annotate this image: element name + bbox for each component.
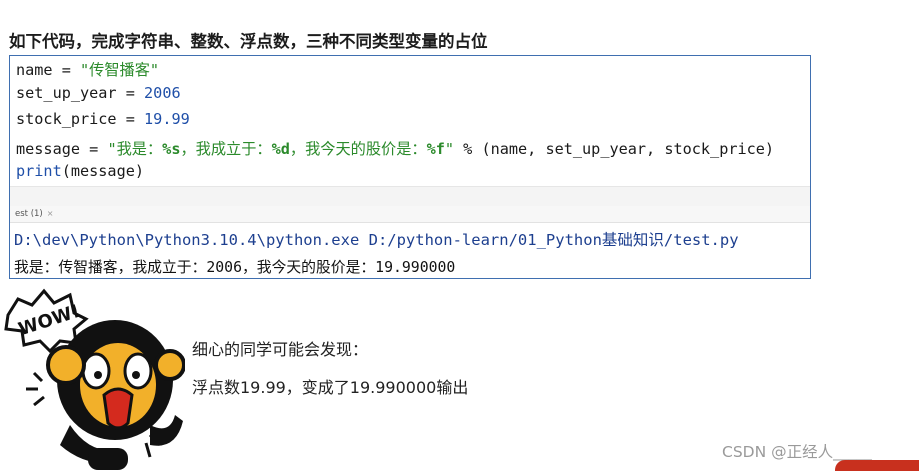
surprised-mascot-icon: WOW! bbox=[4, 288, 185, 470]
code-line-4: message = "我是：%s，我成立于：%d，我今天的股价是：%f" % (… bbox=[16, 137, 774, 159]
note-line-1: 细心的同学可能会发现： bbox=[192, 340, 369, 359]
csdn-watermark: CSDN @正经人_____ bbox=[722, 443, 872, 461]
code-op: = bbox=[116, 110, 145, 128]
code-var: name bbox=[16, 61, 53, 79]
run-tab-label: est (1) bbox=[15, 209, 43, 219]
format-placeholder-s: %s bbox=[162, 140, 181, 158]
ide-panel: name = "传智播客" set_up_year = 2006 stock_p… bbox=[9, 55, 811, 279]
close-icon[interactable]: × bbox=[47, 209, 54, 218]
code-string: "传智播客" bbox=[80, 61, 160, 79]
code-builtin: print bbox=[16, 162, 62, 180]
mascot-image: WOW! bbox=[4, 288, 185, 470]
note-line-2: 浮点数19.99，变成了19.990000输出 bbox=[192, 378, 469, 397]
code-line-2: set_up_year = 2006 bbox=[16, 84, 181, 102]
code-format-args: % (name, set_up_year, stock_price) bbox=[454, 140, 775, 158]
code-var: set_up_year bbox=[16, 84, 117, 102]
code-op: = bbox=[116, 84, 145, 102]
code-number: 2006 bbox=[144, 84, 181, 102]
console-command: D:\dev\Python\Python3.10.4\python.exe D:… bbox=[14, 231, 739, 249]
code-string: " bbox=[444, 140, 455, 158]
code-number: 19.99 bbox=[144, 110, 190, 128]
code-line-3: stock_price = 19.99 bbox=[16, 110, 190, 128]
page-heading: 如下代码，完成字符串、整数、浮点数，三种不同类型变量的占位 bbox=[9, 32, 488, 51]
console-output: 我是：传智播客，我成立于：2006，我今天的股价是：19.990000 bbox=[14, 259, 456, 276]
format-placeholder-d: %d bbox=[271, 140, 290, 158]
run-console: D:\dev\Python\Python3.10.4\python.exe D:… bbox=[10, 223, 810, 278]
code-editor[interactable]: name = "传智播客" set_up_year = 2006 stock_p… bbox=[10, 56, 810, 186]
code-op: = bbox=[80, 140, 108, 158]
corner-badge bbox=[835, 460, 919, 471]
code-var: stock_price bbox=[16, 110, 117, 128]
code-string: "我是： bbox=[107, 140, 163, 158]
run-tab-bar: est (1) × bbox=[10, 206, 810, 223]
editor-bottom-strip bbox=[10, 186, 810, 208]
run-tab[interactable]: est (1) × bbox=[11, 207, 57, 221]
code-op: = bbox=[52, 61, 81, 79]
code-string: ，我成立于： bbox=[180, 140, 272, 158]
format-placeholder-f: %f bbox=[426, 140, 445, 158]
code-line-5: print(message) bbox=[16, 162, 144, 180]
code-args: (message) bbox=[61, 162, 145, 180]
code-line-1: name = "传智播客" bbox=[16, 58, 159, 80]
code-var: message bbox=[16, 140, 81, 158]
code-string: ，我今天的股价是： bbox=[289, 140, 427, 158]
